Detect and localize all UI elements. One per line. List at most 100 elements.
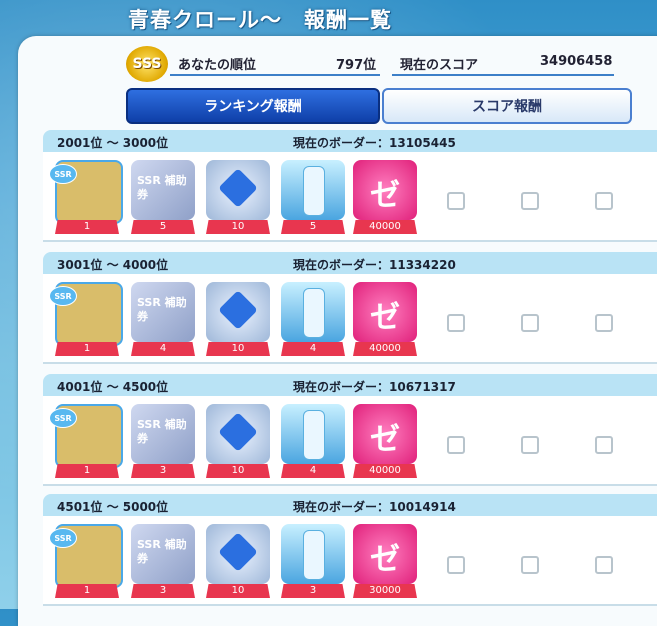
coin-item[interactable]: ゼ — [353, 404, 417, 464]
rank-value: 797位 — [336, 58, 377, 73]
bottle-item[interactable] — [281, 282, 345, 342]
rank-label: あなたの順位 — [178, 58, 257, 73]
empty-slot — [447, 556, 465, 574]
tier-items: SSR 1 SSR 補助券 5 10 5 ゼ 40000 — [43, 152, 657, 242]
item-quantity: 1 — [55, 342, 119, 356]
bottle-icon — [303, 288, 325, 338]
tier-border: 現在のボーダー：13105445 — [293, 136, 456, 150]
item-quantity: 1 — [55, 220, 119, 234]
empty-slot — [595, 556, 613, 574]
ssr-ticket-item[interactable]: SSR 補助券 — [131, 160, 195, 220]
coin-item[interactable]: ゼ — [353, 160, 417, 220]
coin-icon: ゼ — [370, 542, 400, 577]
ssr-card-item[interactable]: SSR — [49, 282, 123, 346]
heart-icon — [218, 290, 258, 330]
item-quantity: 4 — [281, 342, 345, 356]
item-quantity: 10 — [206, 220, 270, 234]
reward-tier: 2001位 ～ 3000位 現在のボーダー：13105445 SSR 1 SSR 補助券… — [43, 130, 657, 242]
heart-icon — [218, 412, 258, 452]
item-quantity: 5 — [131, 220, 195, 234]
ssr-badge-icon: SSR — [49, 286, 77, 306]
empty-slot — [447, 314, 465, 332]
tier-range: 3001位 ～ 4000位 — [57, 258, 169, 272]
ssr-ticket-item[interactable]: SSR 補助券 — [131, 404, 195, 464]
ticket-label: SSR 補助券 — [137, 296, 187, 323]
heart-item[interactable] — [206, 282, 270, 342]
ssr-ticket-item[interactable]: SSR 補助券 — [131, 282, 195, 342]
item-quantity: 10 — [206, 584, 270, 598]
tier-header: 3001位 ～ 4000位 現在のボーダー：11334220 — [43, 252, 657, 274]
item-quantity: 4 — [281, 464, 345, 478]
item-quantity: 40000 — [353, 464, 417, 478]
sss-rank-icon: SSS — [126, 46, 168, 82]
coin-icon: ゼ — [370, 178, 400, 213]
ticket-label: SSR 補助券 — [137, 418, 187, 445]
ssr-badge-icon: SSR — [49, 164, 77, 184]
ssr-card-item[interactable]: SSR — [49, 160, 123, 224]
bottle-item[interactable] — [281, 404, 345, 464]
item-quantity: 40000 — [353, 342, 417, 356]
bottle-item[interactable] — [281, 160, 345, 220]
tier-border: 現在のボーダー：10014914 — [293, 500, 456, 514]
empty-slot — [521, 192, 539, 210]
tier-header: 2001位 ～ 3000位 現在のボーダー：13105445 — [43, 130, 657, 152]
ssr-badge-icon: SSR — [49, 528, 77, 548]
coin-item[interactable]: ゼ — [353, 524, 417, 584]
tier-range: 4501位 ～ 5000位 — [57, 500, 169, 514]
tier-range: 4001位 ～ 4500位 — [57, 380, 169, 394]
empty-slot — [595, 436, 613, 454]
heart-item[interactable] — [206, 404, 270, 464]
score-underline — [392, 74, 614, 76]
ticket-label: SSR 補助券 — [137, 538, 187, 565]
empty-slot — [447, 436, 465, 454]
coin-item[interactable]: ゼ — [353, 282, 417, 342]
reward-tier: 4001位 ～ 4500位 現在のボーダー：10671317 SSR 1 SSR 補助券… — [43, 374, 657, 486]
tier-header: 4501位 ～ 5000位 現在のボーダー：10014914 — [43, 494, 657, 516]
item-quantity: 10 — [206, 342, 270, 356]
empty-slot — [521, 314, 539, 332]
item-quantity: 4 — [131, 342, 195, 356]
page-title: 青春クロール～ 報酬一覧 — [128, 8, 392, 32]
ssr-card-item[interactable]: SSR — [49, 524, 123, 588]
reward-tier: 3001位 ～ 4000位 現在のボーダー：11334220 SSR 1 SSR 補助券… — [43, 252, 657, 364]
empty-slot — [595, 314, 613, 332]
empty-slot — [447, 192, 465, 210]
tier-border: 現在のボーダー：10671317 — [293, 380, 456, 394]
tier-items: SSR 1 SSR 補助券 3 10 3 ゼ 30000 — [43, 516, 657, 606]
heart-icon — [218, 168, 258, 208]
heart-item[interactable] — [206, 524, 270, 584]
item-quantity: 3 — [281, 584, 345, 598]
bottle-icon — [303, 410, 325, 460]
ssr-badge-icon: SSR — [49, 408, 77, 428]
item-quantity: 30000 — [353, 584, 417, 598]
item-quantity: 10 — [206, 464, 270, 478]
item-quantity: 1 — [55, 464, 119, 478]
bottle-item[interactable] — [281, 524, 345, 584]
bottle-icon — [303, 530, 325, 580]
score-value: 34906458 — [540, 54, 613, 69]
item-quantity: 1 — [55, 584, 119, 598]
rank-underline — [170, 74, 380, 76]
item-quantity: 5 — [281, 220, 345, 234]
empty-slot — [595, 192, 613, 210]
heart-item[interactable] — [206, 160, 270, 220]
item-quantity: 40000 — [353, 220, 417, 234]
tab-score-reward[interactable]: スコア報酬 — [382, 88, 632, 124]
tier-items: SSR 1 SSR 補助券 3 10 4 ゼ 40000 — [43, 396, 657, 486]
empty-slot — [521, 436, 539, 454]
coin-icon: ゼ — [370, 422, 400, 457]
empty-slot — [521, 556, 539, 574]
tier-header: 4001位 ～ 4500位 現在のボーダー：10671317 — [43, 374, 657, 396]
tier-items: SSR 1 SSR 補助券 4 10 4 ゼ 40000 — [43, 274, 657, 364]
reward-tier: 4501位 ～ 5000位 現在のボーダー：10014914 SSR 1 SSR 補助券… — [43, 494, 657, 606]
ssr-ticket-item[interactable]: SSR 補助券 — [131, 524, 195, 584]
tier-range: 2001位 ～ 3000位 — [57, 136, 169, 150]
item-quantity: 3 — [131, 584, 195, 598]
tier-border: 現在のボーダー：11334220 — [293, 258, 456, 272]
heart-icon — [218, 532, 258, 572]
ssr-card-item[interactable]: SSR — [49, 404, 123, 468]
bottle-icon — [303, 166, 325, 216]
item-quantity: 3 — [131, 464, 195, 478]
coin-icon: ゼ — [370, 300, 400, 335]
tab-ranking-reward[interactable]: ランキング報酬 — [126, 88, 380, 124]
